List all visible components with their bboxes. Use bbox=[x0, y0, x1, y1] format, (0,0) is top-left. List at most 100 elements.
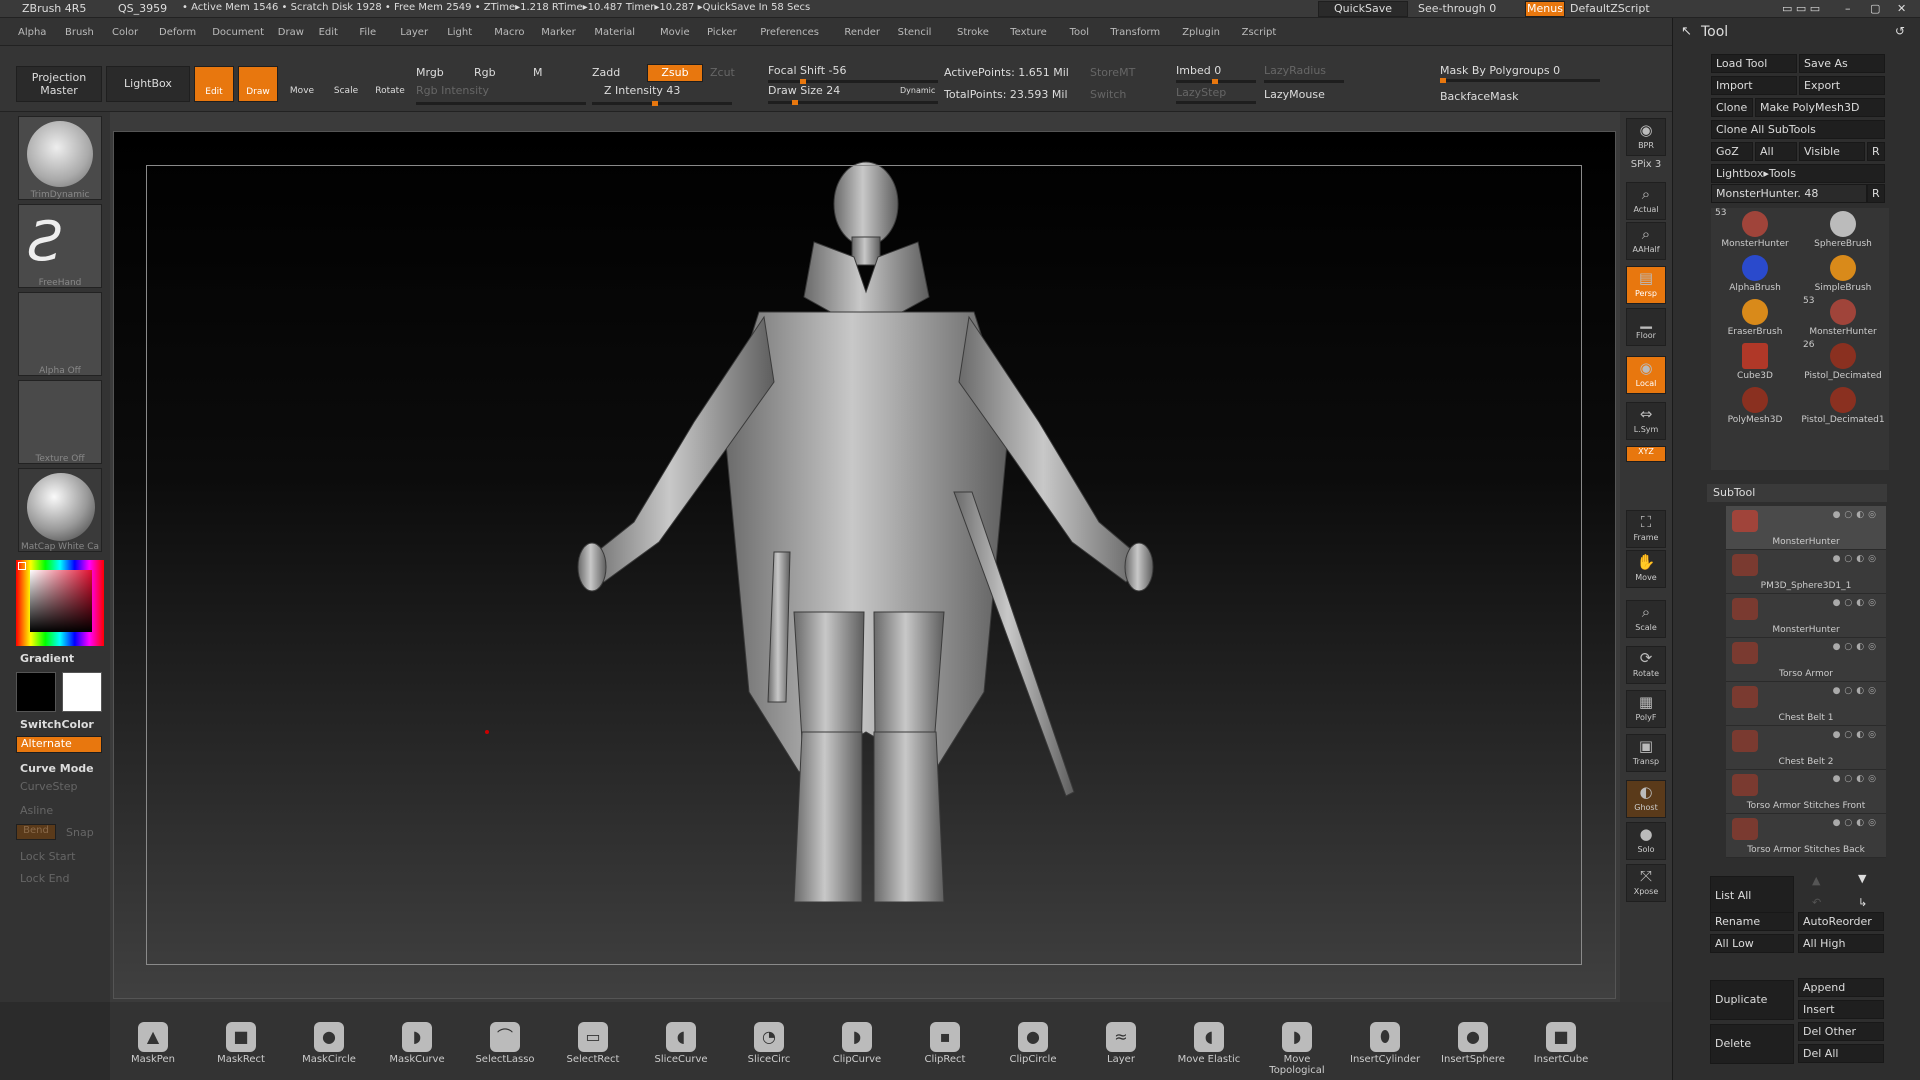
secondary-color-swatch[interactable] bbox=[62, 672, 102, 712]
solo-button[interactable]: ● Solo bbox=[1626, 822, 1666, 860]
focal-shift-slider[interactable]: Focal Shift -56 bbox=[768, 64, 846, 77]
goz-r-button[interactable]: R bbox=[1867, 142, 1885, 161]
bpr-button[interactable]: ◉ BPR bbox=[1626, 118, 1666, 156]
tool-pin-icon[interactable]: ↖ bbox=[1681, 24, 1692, 39]
subtool-row[interactable]: ●○◐◎ Torso Armor bbox=[1726, 638, 1886, 682]
lock-end-button[interactable]: Lock End bbox=[20, 872, 69, 885]
lightbox-button[interactable]: LightBox bbox=[106, 66, 190, 102]
current-tool-slider[interactable]: MonsterHunter. 48 bbox=[1711, 184, 1867, 203]
subtool-row[interactable]: ●○◐◎ Chest Belt 2 bbox=[1726, 726, 1886, 770]
clone-button[interactable]: Clone bbox=[1711, 98, 1753, 117]
tool-item[interactable]: SphereBrush bbox=[1801, 208, 1885, 252]
maskrect-button[interactable]: ■ MaskRect bbox=[206, 1022, 276, 1065]
subtool-row[interactable]: ●○◐◎ PM3D_Sphere3D1_1 bbox=[1726, 550, 1886, 594]
curve-mode-button[interactable]: Curve Mode bbox=[20, 762, 94, 775]
menus-button[interactable]: Menus bbox=[1525, 1, 1565, 17]
make-polymesh3d-button[interactable]: Make PolyMesh3D bbox=[1755, 98, 1885, 117]
dynamic-button[interactable]: Dynamic bbox=[900, 86, 935, 95]
menu-tool[interactable]: Tool bbox=[1070, 27, 1089, 38]
menu-draw[interactable]: Draw bbox=[278, 27, 304, 38]
color-square[interactable] bbox=[30, 570, 92, 632]
clone-all-subtools-button[interactable]: Clone All SubTools bbox=[1711, 120, 1885, 139]
menu-zscript[interactable]: Zscript bbox=[1242, 27, 1277, 38]
menu-zplugin[interactable]: Zplugin bbox=[1182, 27, 1220, 38]
switch-button[interactable]: Switch bbox=[1090, 88, 1126, 101]
lazystep-slider[interactable]: LazyStep bbox=[1176, 86, 1226, 99]
move-elastic-button[interactable]: ◖ Move Elastic bbox=[1174, 1022, 1244, 1065]
lazyradius-slider[interactable]: LazyRadius bbox=[1264, 64, 1326, 77]
maximize-icon[interactable]: ▢ bbox=[1870, 2, 1880, 15]
tool-item[interactable]: MonsterHunter 53 bbox=[1713, 208, 1797, 252]
edit-button[interactable]: Edit bbox=[194, 66, 234, 102]
stroke-thumbnail[interactable]: Ƨ FreeHand bbox=[18, 204, 102, 288]
duplicate-button[interactable]: Duplicate bbox=[1710, 980, 1794, 1020]
lazymouse-button[interactable]: LazyMouse bbox=[1264, 88, 1325, 101]
clipcurve-button[interactable]: ◗ ClipCurve bbox=[822, 1022, 892, 1065]
lock-start-button[interactable]: Lock Start bbox=[20, 850, 75, 863]
m-button[interactable]: M bbox=[533, 66, 543, 79]
menu-brush[interactable]: Brush bbox=[65, 27, 94, 38]
mrgb-button[interactable]: Mrgb bbox=[416, 66, 444, 79]
insert-button[interactable]: Insert bbox=[1798, 1000, 1884, 1019]
tool-item[interactable]: Pistol_Decimated 26 bbox=[1801, 340, 1885, 384]
goz-button[interactable]: GoZ bbox=[1711, 142, 1753, 161]
menu-light[interactable]: Light bbox=[447, 27, 472, 38]
delete-button[interactable]: Delete bbox=[1710, 1024, 1794, 1064]
selectlasso-button[interactable]: ⌒ SelectLasso bbox=[470, 1022, 540, 1065]
material-thumbnail[interactable]: MatCap White Ca bbox=[18, 468, 102, 552]
alternate-button[interactable]: Alternate bbox=[16, 736, 102, 753]
minimize-icon[interactable]: – bbox=[1845, 2, 1851, 15]
ghost-button[interactable]: ◐ Ghost bbox=[1626, 780, 1666, 818]
subtool-visibility-icon[interactable]: ●○◐◎ bbox=[1833, 642, 1880, 652]
brush-thumbnail[interactable]: TrimDynamic bbox=[18, 116, 102, 200]
subtool-row[interactable]: ●○◐◎ Torso Armor Stitches Front bbox=[1726, 770, 1886, 814]
window-icons[interactable]: ▭ ▭ ▭ bbox=[1782, 2, 1820, 15]
menu-material[interactable]: Material bbox=[594, 27, 635, 38]
subtool-visibility-icon[interactable]: ●○◐◎ bbox=[1833, 730, 1880, 740]
insertcube-button[interactable]: ■ InsertCube bbox=[1526, 1022, 1596, 1065]
subtool-visibility-icon[interactable]: ●○◐◎ bbox=[1833, 554, 1880, 564]
subtool-row[interactable]: ●○◐◎ MonsterHunter bbox=[1726, 506, 1886, 550]
asline-button[interactable]: Asline bbox=[20, 804, 53, 817]
subtool-visibility-icon[interactable]: ●○◐◎ bbox=[1833, 818, 1880, 828]
menu-file[interactable]: File bbox=[359, 27, 376, 38]
subtool-row[interactable]: ●○◐◎ Chest Belt 1 bbox=[1726, 682, 1886, 726]
gradient-label[interactable]: Gradient bbox=[20, 652, 74, 665]
clipcircle-button[interactable]: ● ClipCircle bbox=[998, 1022, 1068, 1065]
menu-movie[interactable]: Movie bbox=[660, 27, 690, 38]
backfacemask-button[interactable]: BackfaceMask bbox=[1440, 90, 1518, 103]
menu-layer[interactable]: Layer bbox=[400, 27, 428, 38]
subtool-visibility-icon[interactable]: ●○◐◎ bbox=[1833, 598, 1880, 608]
slicecurve-button[interactable]: ◖ SliceCurve bbox=[646, 1022, 716, 1065]
move-button[interactable]: ✋ Move bbox=[1626, 550, 1666, 588]
goz-all-button[interactable]: All bbox=[1755, 142, 1797, 161]
menu-preferences[interactable]: Preferences bbox=[760, 27, 819, 38]
xyz-button[interactable]: XYZ bbox=[1626, 446, 1666, 462]
subtool-visibility-icon[interactable]: ●○◐◎ bbox=[1833, 510, 1880, 520]
menu-document[interactable]: Document bbox=[212, 27, 264, 38]
xpose-button[interactable]: ⤧ Xpose bbox=[1626, 864, 1666, 902]
bend-button[interactable]: Bend bbox=[16, 824, 56, 840]
menu-stroke[interactable]: Stroke bbox=[957, 27, 989, 38]
see-through-slider[interactable]: See-through 0 bbox=[1418, 2, 1496, 15]
menu-marker[interactable]: Marker bbox=[541, 27, 576, 38]
subtool-header[interactable]: SubTool bbox=[1707, 484, 1887, 502]
arrow-left-icon[interactable]: ↶ bbox=[1812, 896, 1821, 909]
quicksave-button[interactable]: QuickSave bbox=[1318, 1, 1408, 17]
rgb-button[interactable]: Rgb bbox=[474, 66, 496, 79]
menu-render[interactable]: Render bbox=[844, 27, 880, 38]
mask-by-polygroups-track[interactable] bbox=[1440, 78, 1600, 83]
menu-stencil[interactable]: Stencil bbox=[898, 27, 932, 38]
maskpen-button[interactable]: ▲ MaskPen bbox=[118, 1022, 188, 1065]
all-low-button[interactable]: All Low bbox=[1710, 934, 1794, 953]
focal-shift-track[interactable] bbox=[768, 79, 938, 84]
import-button[interactable]: Import bbox=[1711, 76, 1797, 95]
imbed-slider[interactable]: Imbed 0 bbox=[1176, 64, 1221, 77]
layer-button[interactable]: ≈ Layer bbox=[1086, 1022, 1156, 1065]
zcut-button[interactable]: Zcut bbox=[710, 66, 735, 79]
polyf-button[interactable]: ▦ PolyF bbox=[1626, 690, 1666, 728]
lsym-button[interactable]: ⇔ L.Sym bbox=[1626, 402, 1666, 440]
current-tool-r-button[interactable]: R bbox=[1867, 184, 1885, 203]
scale-button[interactable]: ⌕ Scale bbox=[1626, 600, 1666, 638]
del-all-button[interactable]: Del All bbox=[1798, 1044, 1884, 1063]
